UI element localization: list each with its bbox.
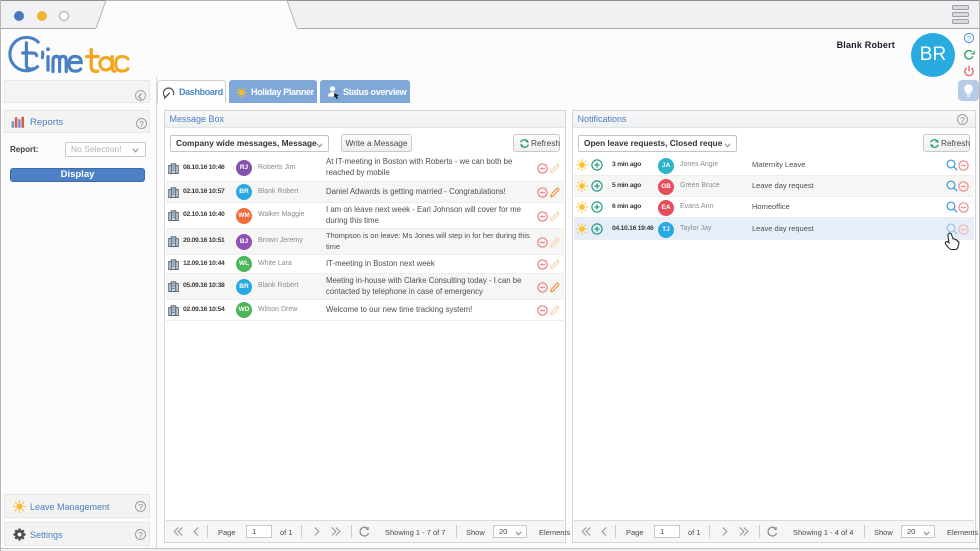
svg-text:?: ?: [967, 34, 971, 43]
